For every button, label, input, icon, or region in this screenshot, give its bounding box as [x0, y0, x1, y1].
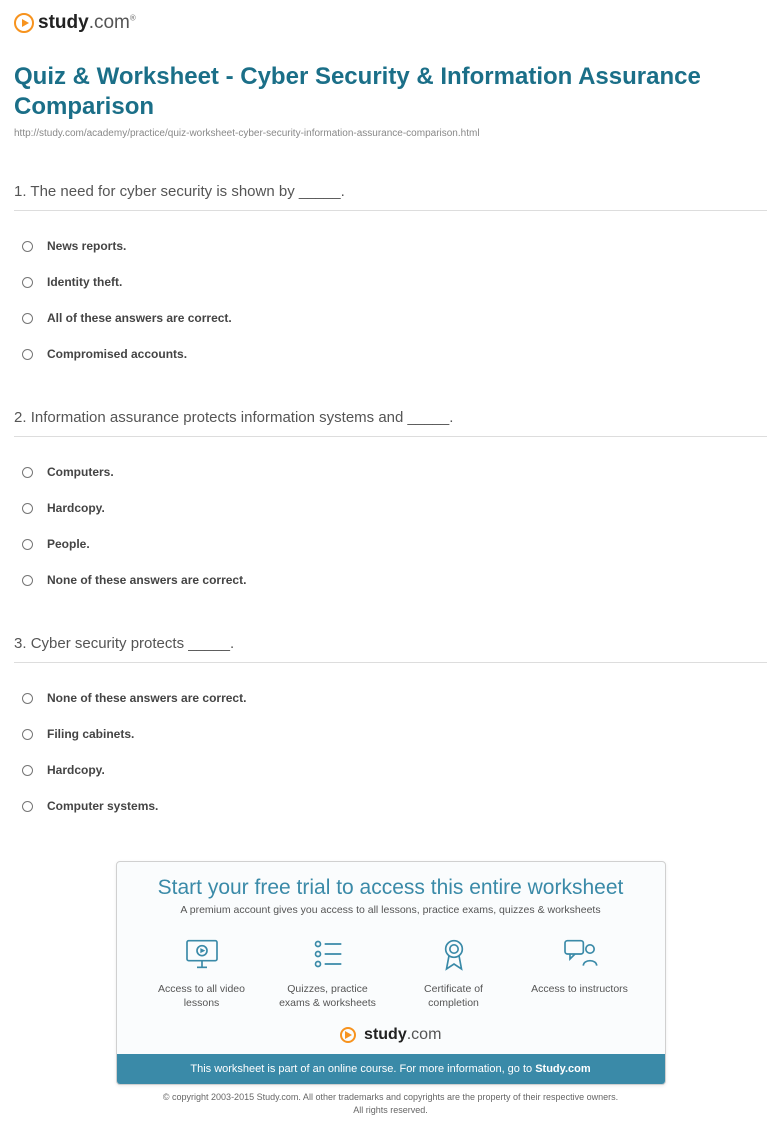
option-label: News reports.: [47, 239, 126, 253]
play-icon: [14, 13, 34, 33]
promo-bar-link[interactable]: Study.com: [535, 1063, 590, 1075]
option-label: Filing cabinets.: [47, 727, 134, 741]
checklist-icon: [308, 934, 348, 974]
answer-option[interactable]: Filing cabinets.: [14, 721, 767, 747]
promo-brand-logo: study.com: [117, 1026, 665, 1044]
question-text: 3. Cyber security protects _____.: [14, 635, 767, 663]
promo-subtitle: A premium account gives you access to al…: [117, 904, 665, 916]
question-block: 3. Cyber security protects _____. None o…: [14, 635, 767, 819]
feature-label: Certificate of completion: [399, 982, 509, 1010]
radio-input[interactable]: [22, 729, 33, 740]
answer-option[interactable]: Hardcopy.: [14, 495, 767, 521]
radio-input[interactable]: [22, 575, 33, 586]
question-block: 1. The need for cyber security is shown …: [14, 183, 767, 367]
radio-input[interactable]: [22, 693, 33, 704]
feature-row: Access to all video lessons Quizzes, pra…: [117, 934, 665, 1010]
option-label: Hardcopy.: [47, 763, 105, 777]
radio-input[interactable]: [22, 539, 33, 550]
question-number: 1.: [14, 183, 27, 200]
answer-option[interactable]: Hardcopy.: [14, 757, 767, 783]
radio-input[interactable]: [22, 277, 33, 288]
feature-label: Access to instructors: [531, 982, 628, 996]
question-number: 2.: [14, 409, 27, 426]
brand-name: study: [38, 12, 89, 33]
brand-text: study.com®: [38, 12, 136, 34]
copyright-line: © copyright 2003-2015 Study.com. All oth…: [14, 1091, 767, 1104]
answer-option[interactable]: People.: [14, 531, 767, 557]
question-text: 2. Information assurance protects inform…: [14, 409, 767, 437]
brand-logo: study.com®: [14, 12, 767, 34]
question-stem: The need for cyber security is shown by …: [30, 183, 344, 200]
feature-item: Certificate of completion: [399, 934, 509, 1010]
question-text: 1. The need for cyber security is shown …: [14, 183, 767, 211]
answer-option[interactable]: None of these answers are correct.: [14, 567, 767, 593]
question-stem: Cyber security protects _____.: [31, 635, 234, 652]
promo-title: Start your free trial to access this ent…: [117, 876, 665, 900]
option-label: Compromised accounts.: [47, 347, 187, 361]
radio-input[interactable]: [22, 349, 33, 360]
question-stem: Information assurance protects informati…: [31, 409, 454, 426]
promo-bar-text: This worksheet is part of an online cour…: [190, 1063, 535, 1075]
brand-suffix: .com: [89, 12, 130, 33]
feature-item: Access to instructors: [525, 934, 635, 1010]
page-title: Quiz & Worksheet - Cyber Security & Info…: [14, 62, 767, 122]
brand-suffix: .com: [407, 1026, 442, 1043]
option-label: People.: [47, 537, 90, 551]
instructor-chat-icon: [560, 934, 600, 974]
copyright-line: All rights reserved.: [14, 1104, 767, 1117]
option-label: Computer systems.: [47, 799, 158, 813]
certificate-ribbon-icon: [434, 934, 474, 974]
option-label: Computers.: [47, 465, 114, 479]
brand-tm: ®: [130, 14, 136, 23]
radio-input[interactable]: [22, 503, 33, 514]
promo-footer-bar: This worksheet is part of an online cour…: [117, 1054, 665, 1084]
promo-panel: Start your free trial to access this ent…: [116, 861, 666, 1085]
brand-text: study.com: [364, 1026, 441, 1043]
feature-label: Quizzes, practice exams & worksheets: [273, 982, 383, 1010]
radio-input[interactable]: [22, 765, 33, 776]
option-label: None of these answers are correct.: [47, 691, 246, 705]
radio-input[interactable]: [22, 313, 33, 324]
brand-name: study: [364, 1026, 407, 1043]
answer-option[interactable]: News reports.: [14, 233, 767, 259]
answer-option[interactable]: Identity theft.: [14, 269, 767, 295]
answer-option[interactable]: Computer systems.: [14, 793, 767, 819]
option-label: None of these answers are correct.: [47, 573, 246, 587]
answer-option[interactable]: All of these answers are correct.: [14, 305, 767, 331]
radio-input[interactable]: [22, 467, 33, 478]
feature-item: Access to all video lessons: [147, 934, 257, 1010]
feature-item: Quizzes, practice exams & worksheets: [273, 934, 383, 1010]
radio-input[interactable]: [22, 241, 33, 252]
answer-option[interactable]: Computers.: [14, 459, 767, 485]
copyright-text: © copyright 2003-2015 Study.com. All oth…: [14, 1091, 767, 1116]
option-label: All of these answers are correct.: [47, 311, 232, 325]
answer-option[interactable]: Compromised accounts.: [14, 341, 767, 367]
option-label: Hardcopy.: [47, 501, 105, 515]
radio-input[interactable]: [22, 801, 33, 812]
monitor-play-icon: [182, 934, 222, 974]
question-number: 3.: [14, 635, 27, 652]
play-icon: [340, 1027, 356, 1043]
question-block: 2. Information assurance protects inform…: [14, 409, 767, 593]
feature-label: Access to all video lessons: [147, 982, 257, 1010]
page-url: http://study.com/academy/practice/quiz-w…: [14, 128, 767, 139]
answer-option[interactable]: None of these answers are correct.: [14, 685, 767, 711]
option-label: Identity theft.: [47, 275, 122, 289]
